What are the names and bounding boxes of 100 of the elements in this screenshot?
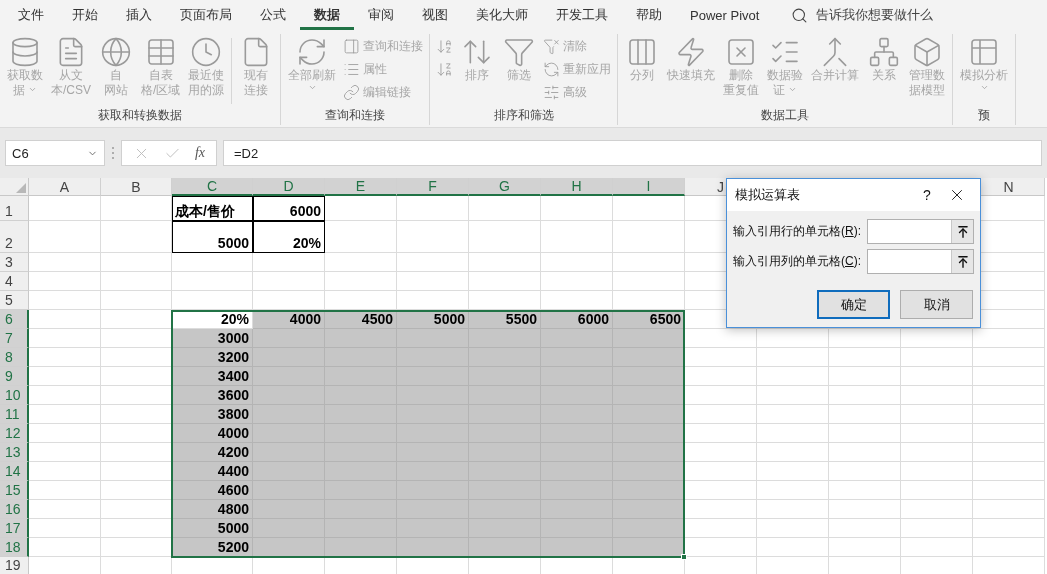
table-cell: 5000 (172, 519, 253, 538)
menu-tab[interactable]: 公式 (246, 0, 300, 30)
menu-tab[interactable]: 视图 (408, 0, 462, 30)
table-cell: 4600 (172, 481, 253, 500)
table-cell: 5000 (172, 221, 253, 253)
column-header[interactable]: G (469, 178, 541, 196)
row-header[interactable]: 2 (0, 221, 29, 253)
row-header[interactable]: 16 (0, 500, 29, 519)
table-cell: 4000 (172, 424, 253, 443)
fill-handle[interactable] (681, 554, 687, 560)
row-header[interactable]: 19 (0, 557, 29, 574)
sliders-icon (543, 83, 561, 101)
table-cell (613, 443, 685, 462)
column-header[interactable]: F (397, 178, 469, 196)
table-cell: 3000 (172, 329, 253, 348)
row-header[interactable]: 18 (0, 538, 29, 557)
table-cell: 3600 (172, 386, 253, 405)
table-cell (253, 329, 325, 348)
column-header[interactable]: D (253, 178, 325, 196)
table-cell: 3800 (172, 405, 253, 424)
menu-tab[interactable]: 审阅 (354, 0, 408, 30)
row-header[interactable]: 17 (0, 519, 29, 538)
menu-tab[interactable]: Power Pivot (676, 0, 774, 30)
group-title: 预 (977, 107, 992, 124)
menu-tab[interactable]: 插入 (112, 0, 166, 30)
menu-tab[interactable]: 美化大师 (462, 0, 542, 30)
row-header[interactable]: 3 (0, 253, 29, 272)
name-box[interactable]: C6 (5, 140, 105, 166)
table-cell (613, 462, 685, 481)
grip-icon (111, 146, 115, 160)
insert-function-button[interactable]: fx (194, 145, 205, 161)
row-header[interactable]: 13 (0, 443, 29, 462)
clock-icon (190, 36, 223, 68)
group-title: 排序和筛选 (492, 107, 555, 124)
group-title: 数据工具 (760, 107, 811, 124)
column-header[interactable]: E (325, 178, 397, 196)
row-header[interactable]: 11 (0, 405, 29, 424)
formula-field[interactable]: =D2 (223, 140, 1042, 166)
table-cell (613, 405, 685, 424)
menu-tab[interactable]: 页面布局 (166, 0, 246, 30)
row-header[interactable]: 1 (0, 196, 29, 221)
column-header[interactable]: H (541, 178, 613, 196)
table-cell: 6000 (253, 196, 325, 221)
row-header[interactable]: 10 (0, 386, 29, 405)
input-field[interactable] (867, 249, 974, 274)
select-all-icon[interactable] (16, 183, 26, 193)
table-cell: 成本/售价 (172, 196, 253, 221)
row-header[interactable]: 8 (0, 348, 29, 367)
menu-tab[interactable]: 帮助 (622, 0, 676, 30)
upload-icon (955, 224, 970, 239)
search-field[interactable]: 告诉我你想要做什么 (816, 6, 934, 24)
column-header[interactable]: I (613, 178, 685, 196)
table-cell: 3400 (172, 367, 253, 386)
column-header[interactable]: B (101, 178, 172, 196)
table-cell-text: 20% (219, 310, 250, 329)
help-button[interactable]: ? (912, 186, 942, 204)
field-label: 输入引用列的单元格(C): (733, 253, 861, 270)
table-cell (613, 329, 685, 348)
table-cell: 3200 (172, 348, 253, 367)
table-cell (613, 519, 685, 538)
table-cell (613, 386, 685, 405)
row-header[interactable]: 5 (0, 291, 29, 310)
row-header[interactable]: 6 (0, 310, 29, 329)
sort-za-icon (436, 60, 454, 78)
network-icon (868, 36, 901, 68)
globe-icon (100, 36, 132, 68)
search-icon (791, 6, 809, 24)
link-icon (343, 83, 361, 101)
table-cell: 4200 (172, 443, 253, 462)
collapse-button[interactable] (951, 250, 973, 273)
row-header[interactable]: 9 (0, 367, 29, 386)
refresh-icon (543, 60, 561, 78)
table-cell (613, 367, 685, 386)
filter-icon (503, 36, 536, 68)
filter-clear-icon (543, 37, 561, 55)
database-icon (9, 36, 41, 68)
table-cell (613, 348, 685, 367)
table-cell: 4800 (172, 500, 253, 519)
collapse-button[interactable] (951, 220, 973, 243)
row-header[interactable]: 4 (0, 272, 29, 291)
column-header[interactable]: A (29, 178, 101, 196)
row-header[interactable]: 15 (0, 481, 29, 500)
group-title: 查询和连接 (324, 107, 387, 124)
menu-tab[interactable]: 开发工具 (542, 0, 622, 30)
sort-az-icon (436, 37, 454, 55)
row-header[interactable]: 7 (0, 329, 29, 348)
dialog-button[interactable]: 取消 (900, 290, 973, 319)
field-label: 输入引用行的单元格(R): (733, 223, 861, 240)
input-field[interactable] (867, 219, 974, 244)
table-cell: 20% (253, 221, 325, 253)
row-header[interactable]: 14 (0, 462, 29, 481)
table-cell (613, 481, 685, 500)
dialog-button[interactable]: 确定 (817, 290, 890, 319)
panel-icon (343, 37, 361, 55)
row-header[interactable]: 12 (0, 424, 29, 443)
menu-tab[interactable]: 开始 (58, 0, 112, 30)
upload-icon (955, 254, 970, 269)
menu-tab[interactable]: 文件 (4, 0, 58, 30)
column-header[interactable]: C (172, 178, 253, 196)
group-title: 获取和转换数据 (97, 107, 184, 124)
